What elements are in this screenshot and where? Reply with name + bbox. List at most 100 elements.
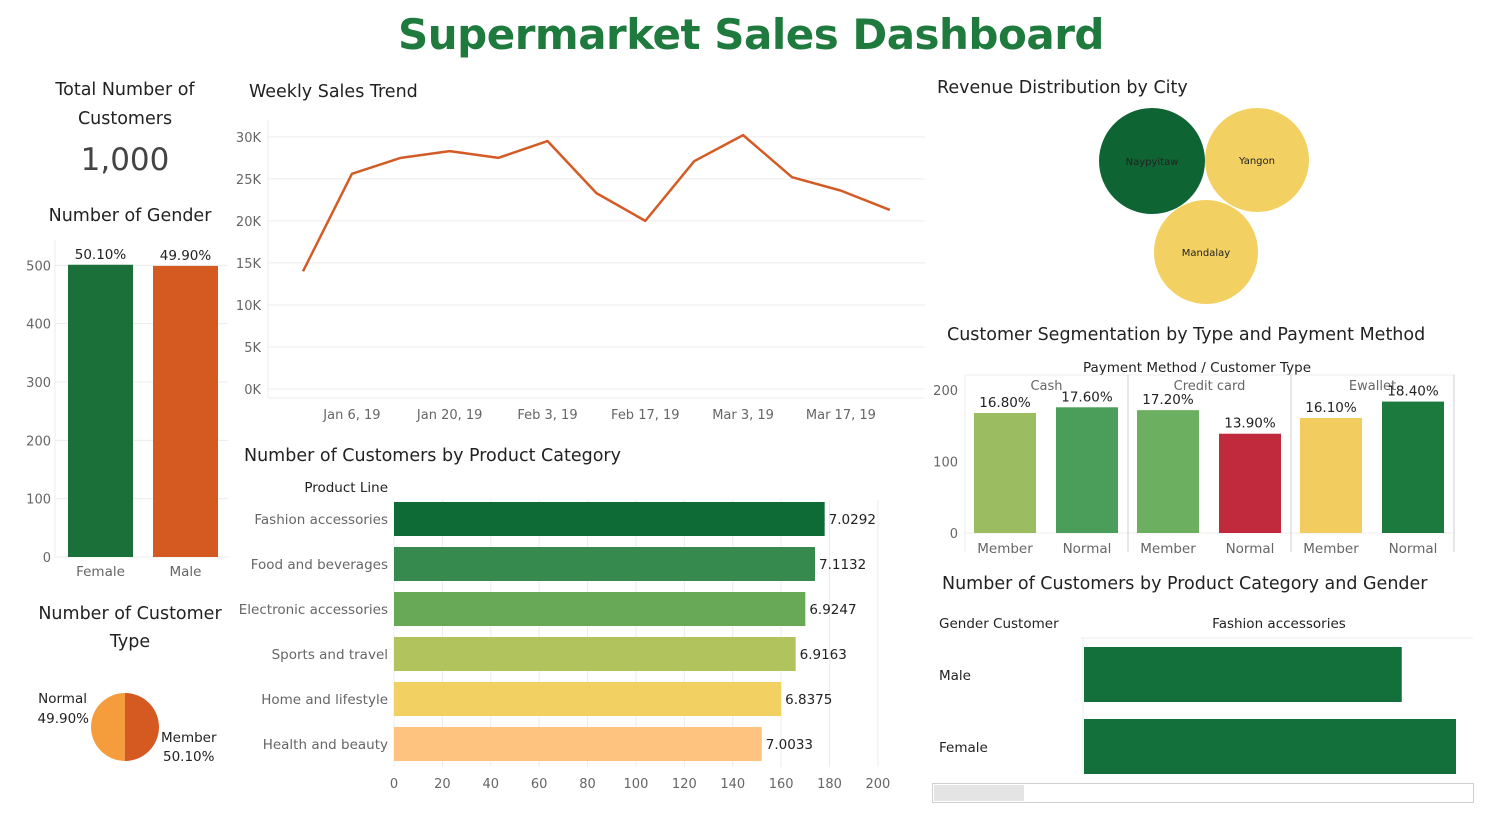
customer-type-pie-slice: [124, 693, 159, 761]
category-gender-label: Female: [939, 740, 988, 756]
category-gender-label: Male: [939, 668, 971, 684]
category-data-label: 6.9163: [800, 647, 847, 663]
segmentation-bar: [1382, 401, 1444, 533]
category-gender-bar: [1084, 719, 1456, 774]
weekly-x-tick: Feb 3, 19: [517, 408, 577, 423]
gender-y-tick: 300: [26, 376, 51, 391]
category-x-tick: 200: [865, 777, 890, 792]
segmentation-bar: [1219, 433, 1281, 533]
weekly-y-tick: 20K: [236, 215, 262, 230]
segmentation-data-label: 17.20%: [1142, 392, 1194, 408]
category-bar: [394, 547, 815, 581]
category-x-tick: 20: [434, 777, 451, 792]
dashboard-title: Supermarket Sales Dashboard: [398, 10, 1104, 59]
segmentation-x-tick: Normal: [1389, 541, 1438, 557]
gender-bar: [68, 264, 133, 557]
weekly-sales-line-chart: 0K 5K 10K 15K 20K 25K 30K Jan 6, 19 Jan 20, 19 Fe…: [236, 120, 925, 423]
category-y-tick: Home and lifestyle: [261, 692, 388, 708]
weekly-y-tick: 10K: [236, 299, 262, 314]
weekly-chart-title: Weekly Sales Trend: [249, 82, 418, 102]
segmentation-bar-chart: Payment Method / Customer Type 0 100 200 Cas…: [933, 360, 1455, 557]
weekly-x-tick: Jan 6, 19: [322, 408, 380, 423]
customer-type-label: Normal: [38, 691, 87, 707]
weekly-y-tick: 25K: [236, 173, 262, 188]
category-bar: [394, 682, 782, 716]
segmentation-x-tick: Member: [977, 541, 1033, 557]
customer-type-data-label: 49.90%: [38, 711, 90, 727]
category-x-tick: 160: [769, 777, 794, 792]
category-data-label: 6.9247: [809, 602, 856, 618]
segmentation-x-tick: Normal: [1226, 541, 1275, 557]
category-data-label: 7.0292: [829, 512, 876, 528]
category-x-tick: 180: [817, 777, 842, 792]
category-bar: [394, 502, 825, 536]
segmentation-x-tick: Normal: [1063, 541, 1112, 557]
customer-type-pie-chart: Normal 49.90% Member 50.10%: [38, 691, 217, 765]
segmentation-y-tick: 100: [933, 456, 958, 471]
segmentation-data-label: 16.10%: [1305, 400, 1357, 416]
category-y-tick: Fashion accessories: [254, 512, 388, 528]
horizontal-scrollbar[interactable]: [932, 783, 1474, 803]
customer-type-data-label: 50.10%: [163, 749, 215, 765]
gender-bar-chart: 0 100 200 300 400 500 50.10% Female 49.90% Male: [26, 240, 228, 580]
city-bubble-chart: Naypyitaw Yangon Mandalay: [1099, 108, 1309, 304]
segmentation-bar: [974, 413, 1036, 533]
category-x-tick: 120: [672, 777, 697, 792]
category-bar: [394, 727, 762, 761]
category-bar: [394, 592, 806, 626]
gender-data-label: 49.90%: [160, 248, 212, 264]
city-bubble-label: Naypyitaw: [1126, 157, 1179, 168]
city-bubble-label: Mandalay: [1182, 248, 1230, 259]
segmentation-data-label: 13.90%: [1224, 416, 1276, 432]
segmentation-bar: [1056, 407, 1118, 533]
category-gender-row-header: Gender Customer: [939, 616, 1059, 632]
gender-chart-title: Number of Gender: [48, 206, 212, 226]
segmentation-bar: [1300, 418, 1362, 533]
gender-bar: [153, 265, 218, 557]
weekly-x-tick: Mar 3, 19: [712, 408, 774, 423]
weekly-y-tick: 15K: [236, 257, 262, 272]
segmentation-data-label: 16.80%: [979, 395, 1031, 411]
category-bar: [394, 637, 796, 671]
weekly-y-tick: 5K: [244, 341, 261, 356]
category-x-tick: 100: [624, 777, 649, 792]
category-x-tick: 40: [483, 777, 500, 792]
segmentation-y-tick: 200: [933, 384, 958, 399]
segmentation-header: Payment Method / Customer Type: [1083, 360, 1311, 376]
customer-type-chart-title: Number of Customer Type: [38, 604, 222, 652]
category-bar-chart: Product Line 0 20 40 60 80 100 120 140 160 180 200 F…: [239, 480, 891, 792]
gender-y-tick: 400: [26, 318, 51, 333]
gender-y-tick: 200: [26, 434, 51, 449]
category-y-tick: Sports and travel: [272, 647, 388, 663]
weekly-x-tick: Mar 17, 19: [806, 408, 876, 423]
category-x-tick: 80: [579, 777, 596, 792]
segmentation-data-label: 17.60%: [1061, 389, 1113, 405]
category-x-tick: 140: [720, 777, 745, 792]
scrollbar-thumb[interactable]: [934, 785, 1024, 801]
category-y-tick: Food and beverages: [251, 557, 388, 573]
category-y-tick: Health and beauty: [263, 737, 388, 753]
customer-type-pie-slice: [90, 693, 125, 761]
kpi-label: Total Number of Customers: [55, 80, 195, 129]
weekly-y-tick: 0K: [244, 383, 261, 398]
category-gender-bar: [1084, 647, 1402, 702]
category-gender-column-header: Fashion accessories: [1212, 616, 1346, 632]
category-x-tick: 0: [390, 777, 398, 792]
gender-y-tick: 500: [26, 259, 51, 274]
gender-x-tick: Male: [170, 564, 202, 580]
category-data-label: 6.8375: [785, 692, 832, 708]
segmentation-chart-title: Customer Segmentation by Type and Paymen…: [947, 325, 1426, 345]
customer-type-label: Member: [161, 730, 217, 746]
gender-y-tick: 0: [43, 551, 51, 566]
category-gender-chart-title: Number of Customers by Product Category …: [942, 574, 1428, 594]
gender-data-label: 50.10%: [75, 247, 127, 263]
category-data-label: 7.0033: [766, 737, 813, 753]
gender-x-tick: Female: [76, 564, 125, 580]
weekly-x-tick: Feb 17, 19: [611, 408, 680, 423]
weekly-y-tick: 30K: [236, 131, 262, 146]
category-chart-title: Number of Customers by Product Category: [244, 446, 621, 466]
segmentation-group-label: Cash: [1030, 379, 1062, 394]
weekly-sales-line: [301, 133, 891, 272]
segmentation-y-tick: 0: [950, 527, 958, 542]
kpi-value: 1,000: [80, 142, 170, 178]
